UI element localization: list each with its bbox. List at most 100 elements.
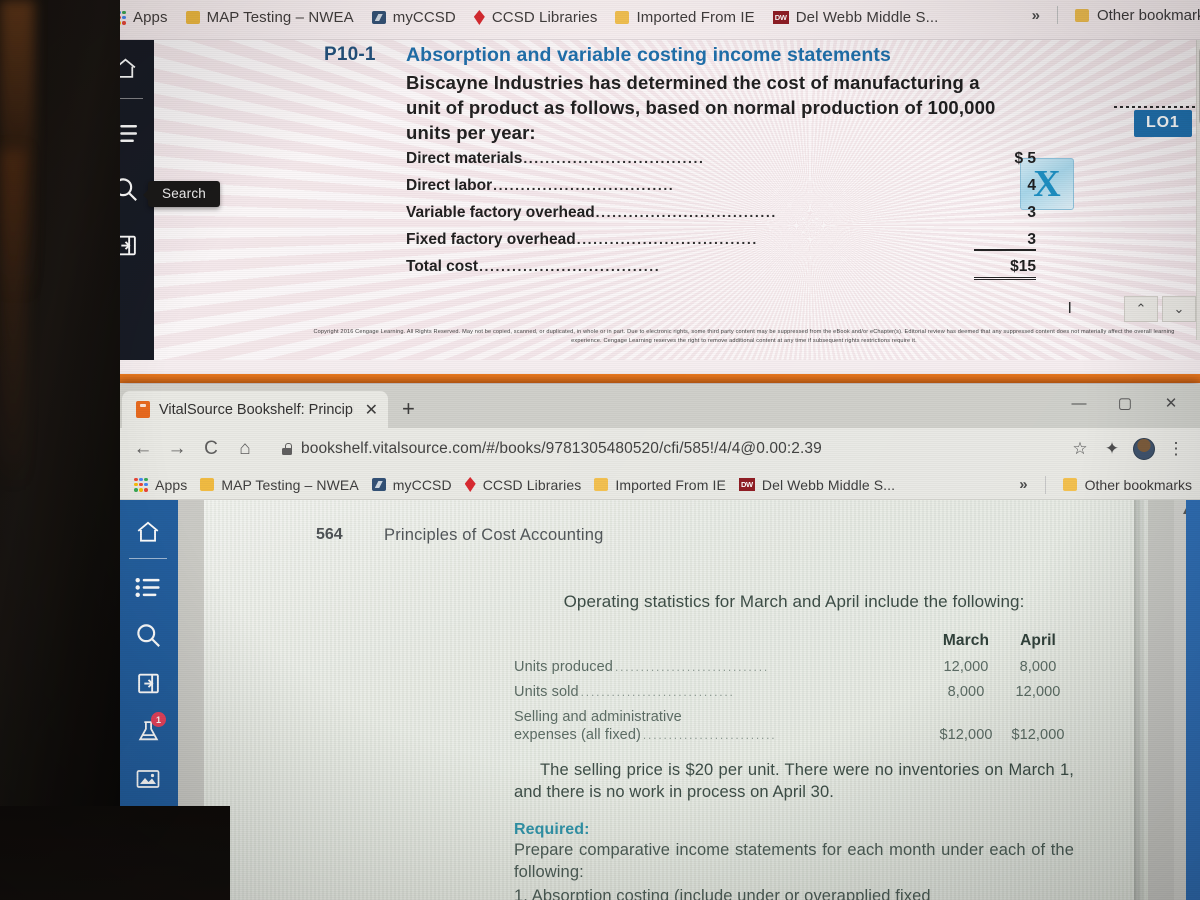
column-header-april: April [1020,632,1056,649]
cell-april: 12,000 [1015,684,1061,700]
page-up-button[interactable]: ⌃ [1124,296,1158,322]
text-cursor: I [1067,300,1072,317]
top-window-scrollbar[interactable] [1196,40,1200,340]
notebook-icon[interactable] [118,659,178,707]
bookmarks-overflow-button[interactable]: » [1032,7,1040,24]
cost-breakdown-list: Direct materials .......................… [406,150,1036,285]
desk-surface [0,806,230,900]
close-tab-icon[interactable]: ✕ [363,400,380,420]
cost-label: Variable factory overhead [406,204,595,221]
bookmark-label: Imported From IE [615,476,726,493]
book-page: 564 Principles of Cost Accounting Operat… [204,500,1148,900]
folder-icon [1074,8,1089,22]
home-button[interactable]: ⌂ [228,432,262,466]
bookmark-star-icon[interactable]: ☆ [1064,433,1096,465]
row-label-line2: expenses (all fixed) [514,727,641,743]
new-tab-button[interactable]: + [402,398,415,428]
cell-march: $12,000 [939,727,993,743]
bookmark-del-webb[interactable]: DW Del Webb Middle S... [771,5,955,31]
bookmark-myccsd[interactable]: myCCSD [370,472,463,498]
top-browser-window: Apps MAP Testing – NWEA myCCSD CCSD Libr… [96,0,1200,396]
url-text: bookshelf.vitalsource.com/#/books/978130… [301,440,822,457]
avatar[interactable] [1128,433,1160,465]
row-label: Units produced [514,659,613,675]
cell-april: 8,000 [1019,659,1057,675]
browser-toolbar: ← → C ⌂ bookshelf.vitalsource.com/#/book… [118,428,1200,470]
book-title: Principles of Cost Accounting [384,526,604,544]
cell-march: 8,000 [947,684,985,700]
page-edge-shadow [1134,500,1148,900]
apps-label: Apps [133,9,168,26]
table-row: Direct materials .......................… [406,150,1036,177]
reader-content-pane: 564 Principles of Cost Accounting Operat… [178,500,1200,900]
row-label: Units sold [514,684,579,700]
bookmarks-overflow-button[interactable]: » [1019,476,1027,493]
table-row: Fixed factory overhead .................… [406,231,1036,258]
back-button[interactable]: ← [126,432,160,466]
close-window-button[interactable]: ✕ [1148,388,1194,418]
cost-amount: 4 [1027,177,1036,194]
home-icon[interactable] [118,508,178,556]
bookmark-myccsd[interactable]: myCCSD [370,5,472,31]
page-down-button[interactable]: ⌄ [1162,296,1196,322]
flask-icon[interactable]: 1 [118,707,178,755]
required-body: Prepare comparative income statements fo… [514,839,1074,900]
bookmark-map-testing[interactable]: MAP Testing – NWEA [184,5,370,31]
forward-button[interactable]: → [160,432,194,466]
leader-dots: ................................. [493,177,675,193]
screenshot-root: Apps MAP Testing – NWEA myCCSD CCSD Libr… [0,0,1200,900]
other-bookmarks-label[interactable]: Other bookmarks [1085,477,1192,493]
copyright-notice: Copyright 2016 Cengage Learning. All Rig… [313,329,1175,344]
bookmark-map-testing[interactable]: MAP Testing – NWEA [198,472,369,498]
cost-amount: 3 [974,231,1036,251]
table-row: Variable factory overhead ..............… [406,204,1036,231]
browser-menu-icon[interactable]: ⋮ [1160,433,1192,465]
maximize-button[interactable]: ▢ [1102,388,1148,418]
top-reader-page: P10-1 Absorption and variable costing in… [154,40,1200,360]
bookmark-ccsd-libraries[interactable]: CCSD Libraries [472,5,614,31]
bookmark-label: Del Webb Middle S... [795,9,939,26]
bookmark-imported-from-ie[interactable]: Imported From IE [592,472,737,498]
cost-amount: 3 [1027,204,1036,221]
ccsd-libraries-icon [464,477,476,492]
bookmark-ccsd-libraries[interactable]: CCSD Libraries [463,472,593,498]
page-number: 564 [316,526,343,543]
folder-icon [594,478,609,491]
apps-shortcut[interactable]: Apps [110,5,184,31]
other-bookmarks-label[interactable]: Other bookmarks [1097,7,1200,24]
table-row: Units sold .............................… [514,684,1074,700]
operating-statistics-block: Operating statistics for March and April… [514,592,1074,900]
apps-label: Apps [155,476,188,493]
bookmark-imported-from-ie[interactable]: Imported From IE [613,5,770,31]
leader-dots: ................................. [479,258,661,274]
top-other-bookmarks-group: » Other bookmarks [1032,6,1200,24]
bookmark-del-webb[interactable]: DW Del Webb Middle S... [737,472,906,498]
search-icon[interactable] [118,611,178,659]
divider [1056,6,1058,24]
tab-vitalsource-bookshelf[interactable]: VitalSource Bookshelf: Principles ✕ [122,391,388,428]
table-of-contents-icon[interactable] [118,563,178,611]
bookmark-label: MAP Testing – NWEA [221,476,359,493]
bookmark-label: CCSD Libraries [482,476,582,493]
leader-dots: .............................. [580,685,735,699]
reload-button[interactable]: C [194,432,228,466]
table-row: Units produced .........................… [514,659,1074,675]
table-header-row: March April [514,632,1074,650]
leader-dots: ................................. [523,150,705,166]
bookmark-label: CCSD Libraries [491,9,598,26]
reader-right-edge [1186,500,1200,900]
minimize-button[interactable]: — [1056,388,1102,418]
bookmark-label: Del Webb Middle S... [761,476,896,493]
flask-badge: 1 [151,712,166,727]
tab-title: VitalSource Bookshelf: Principles [159,401,354,418]
figures-icon[interactable] [118,755,178,803]
delwebb-icon: DW [772,11,789,24]
column-header-march: March [942,632,990,649]
ccsd-libraries-icon [473,10,485,25]
selling-price-paragraph: The selling price is $20 per unit. There… [514,759,1074,803]
apps-shortcut[interactable]: Apps [132,472,198,498]
extensions-icon[interactable]: ✦ [1096,433,1128,465]
cost-label: Direct labor [406,177,493,194]
learning-objective-badge: LO1 [1134,110,1192,137]
address-bar[interactable]: bookshelf.vitalsource.com/#/books/978130… [270,435,1064,463]
